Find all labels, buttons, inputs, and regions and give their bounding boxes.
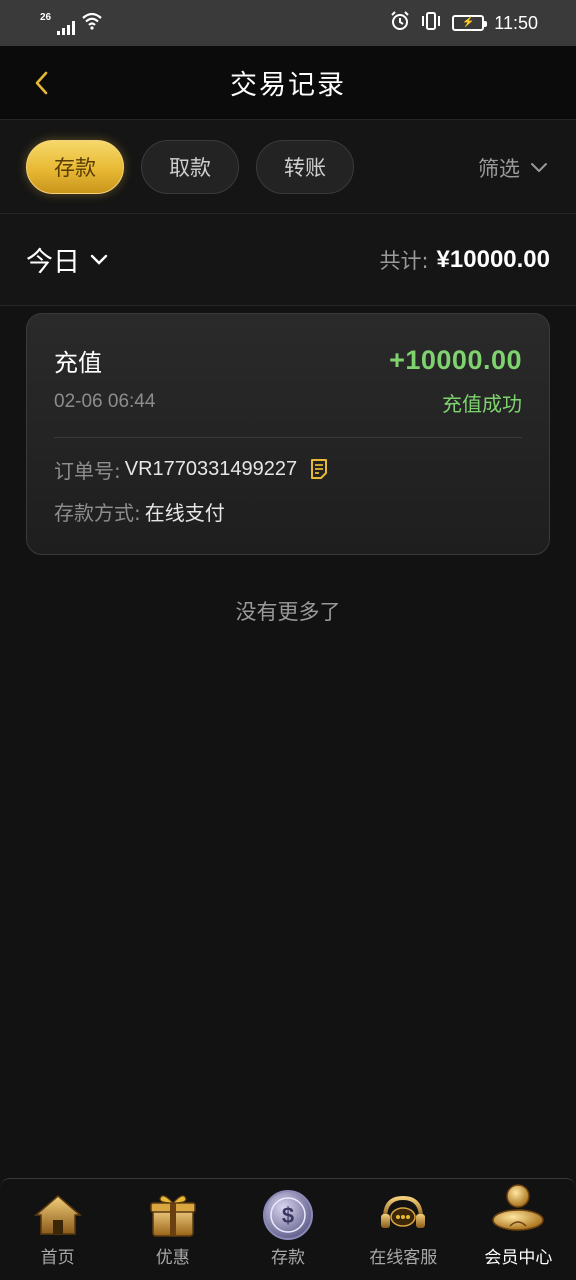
home-icon bbox=[32, 1189, 84, 1241]
tab-transfer[interactable]: 转账 bbox=[256, 139, 354, 194]
chevron-down-icon bbox=[90, 254, 108, 265]
header: 交易记录 bbox=[0, 46, 576, 120]
nav-item-promotions[interactable]: 优惠 bbox=[115, 1179, 230, 1280]
transaction-record-card[interactable]: 充值 +10000.00 02-06 06:44 充值成功 订单号: VR177… bbox=[26, 313, 550, 555]
status-right: ⚡ 11:50 bbox=[390, 10, 538, 36]
record-status: 充值成功 bbox=[442, 391, 522, 416]
nav-label-support: 在线客服 bbox=[369, 1248, 438, 1268]
tab-withdraw[interactable]: 取款 bbox=[141, 139, 239, 194]
date-range-label: 今日 bbox=[26, 247, 80, 278]
headset-icon bbox=[377, 1189, 429, 1241]
back-button[interactable] bbox=[26, 66, 58, 100]
summary-row: 今日 共计: ¥10000.00 bbox=[0, 214, 576, 306]
nav-label-promotions: 优惠 bbox=[155, 1248, 190, 1268]
member-icon bbox=[485, 1173, 551, 1239]
record-amount: +10000.00 bbox=[389, 344, 522, 375]
status-left: 26 bbox=[40, 12, 103, 35]
page-title: 交易记录 bbox=[230, 70, 346, 101]
order-number-label: 订单号: bbox=[54, 458, 121, 483]
status-bar: 26 ⚡ 11:50 bbox=[0, 0, 576, 46]
copy-icon bbox=[311, 459, 328, 479]
copy-order-button[interactable] bbox=[309, 457, 329, 481]
nav-item-support[interactable]: 在线客服 bbox=[346, 1179, 461, 1280]
network-type: 26 bbox=[40, 11, 52, 23]
bottom-nav: 首页 优惠 $ 存款 在线客服 会员中心 bbox=[0, 1178, 576, 1280]
chevron-left-icon bbox=[35, 71, 48, 95]
transaction-type-tabs: 存款 取款 转账 筛选 bbox=[0, 120, 576, 214]
svg-text:$: $ bbox=[282, 1203, 294, 1228]
filter-label: 筛选 bbox=[478, 157, 520, 181]
total-label: 共计: bbox=[379, 248, 429, 273]
date-range-select[interactable]: 今日 bbox=[26, 240, 108, 279]
nav-item-deposit[interactable]: $ 存款 bbox=[230, 1179, 345, 1280]
nav-label-deposit: 存款 bbox=[271, 1248, 305, 1268]
status-time: 11:50 bbox=[494, 12, 538, 33]
filter-button[interactable]: 筛选 bbox=[478, 153, 548, 183]
tab-deposit[interactable]: 存款 bbox=[26, 139, 124, 194]
nav-label-home: 首页 bbox=[40, 1248, 75, 1268]
nav-item-member-center[interactable]: 会员中心 bbox=[461, 1179, 576, 1280]
gift-icon bbox=[147, 1189, 199, 1241]
total-summary: 共计: ¥10000.00 bbox=[379, 245, 550, 275]
order-number-value: VR1770331499227 bbox=[124, 457, 298, 480]
alarm-icon bbox=[390, 10, 410, 36]
payment-method-label: 存款方式: bbox=[54, 500, 141, 525]
record-type: 充值 bbox=[54, 348, 102, 377]
total-value: ¥10000.00 bbox=[436, 245, 550, 273]
payment-method-value: 在线支付 bbox=[144, 502, 225, 525]
list-end-text: 没有更多了 bbox=[235, 600, 341, 624]
battery-charging-icon: ⚡ bbox=[452, 15, 488, 31]
order-number-row: 订单号: VR1770331499227 bbox=[54, 457, 522, 483]
coin-icon: $ bbox=[262, 1189, 314, 1241]
card-divider bbox=[54, 437, 522, 438]
vibrate-icon bbox=[420, 11, 442, 36]
record-time: 02-06 06:44 bbox=[54, 391, 156, 412]
payment-method-row: 存款方式: 在线支付 bbox=[54, 499, 522, 525]
nav-item-home[interactable]: 首页 bbox=[0, 1179, 115, 1280]
wifi-icon bbox=[81, 12, 103, 35]
signal-icon bbox=[57, 20, 76, 35]
chevron-down-icon bbox=[531, 163, 547, 173]
nav-label-member-center: 会员中心 bbox=[484, 1248, 553, 1268]
